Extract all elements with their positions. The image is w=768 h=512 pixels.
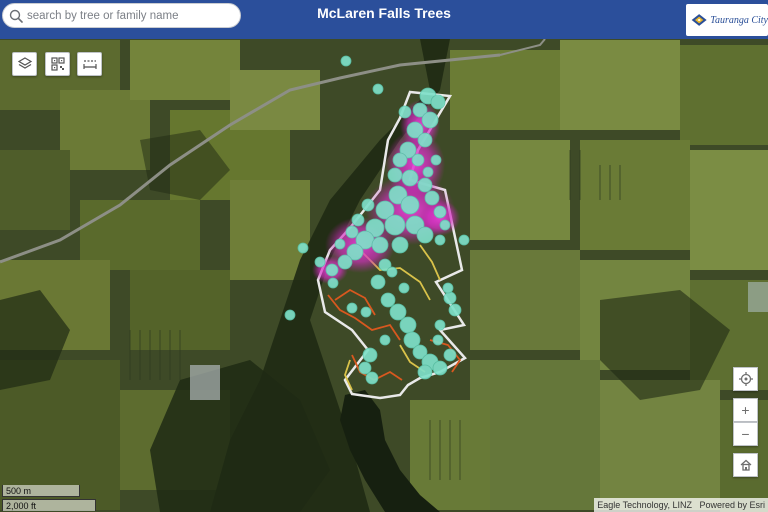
measure-icon [82,60,97,69]
app-header: McLaren Falls Trees Tauranga City [0,0,768,39]
measure-button[interactable] [77,52,102,76]
attribution-text: Eagle Technology, LINZ [597,500,692,510]
qr-code-button[interactable] [45,52,70,76]
greenhouse [190,365,220,400]
home-icon [740,459,751,471]
home-button[interactable] [733,453,758,477]
scalebar-metric: 500 m [2,485,80,497]
zoom-out-button[interactable]: − [733,422,758,446]
powered-by-esri-link[interactable]: Powered by Esri [699,500,765,510]
search-icon [9,9,23,23]
map-view[interactable]: 500 m 2,000 ft Eagle Technology, LINZ Po… [0,39,768,512]
tauranga-city-logo: Tauranga City [686,4,768,36]
logo-mark-icon [691,14,707,26]
qr-code-icon [50,57,65,71]
layers-icon [17,57,32,69]
scalebar-imperial: 2,000 ft [2,499,96,511]
search-box[interactable] [2,3,241,28]
search-input[interactable] [27,9,232,22]
map-attribution: Eagle Technology, LINZ Powered by Esri [594,498,768,512]
layers-button[interactable] [12,52,37,76]
locate-icon [738,372,753,386]
satellite-basemap [0,39,768,512]
locate-button[interactable] [733,367,758,391]
zoom-in-button[interactable]: + [733,398,758,422]
logo-text: Tauranga City [710,14,768,26]
